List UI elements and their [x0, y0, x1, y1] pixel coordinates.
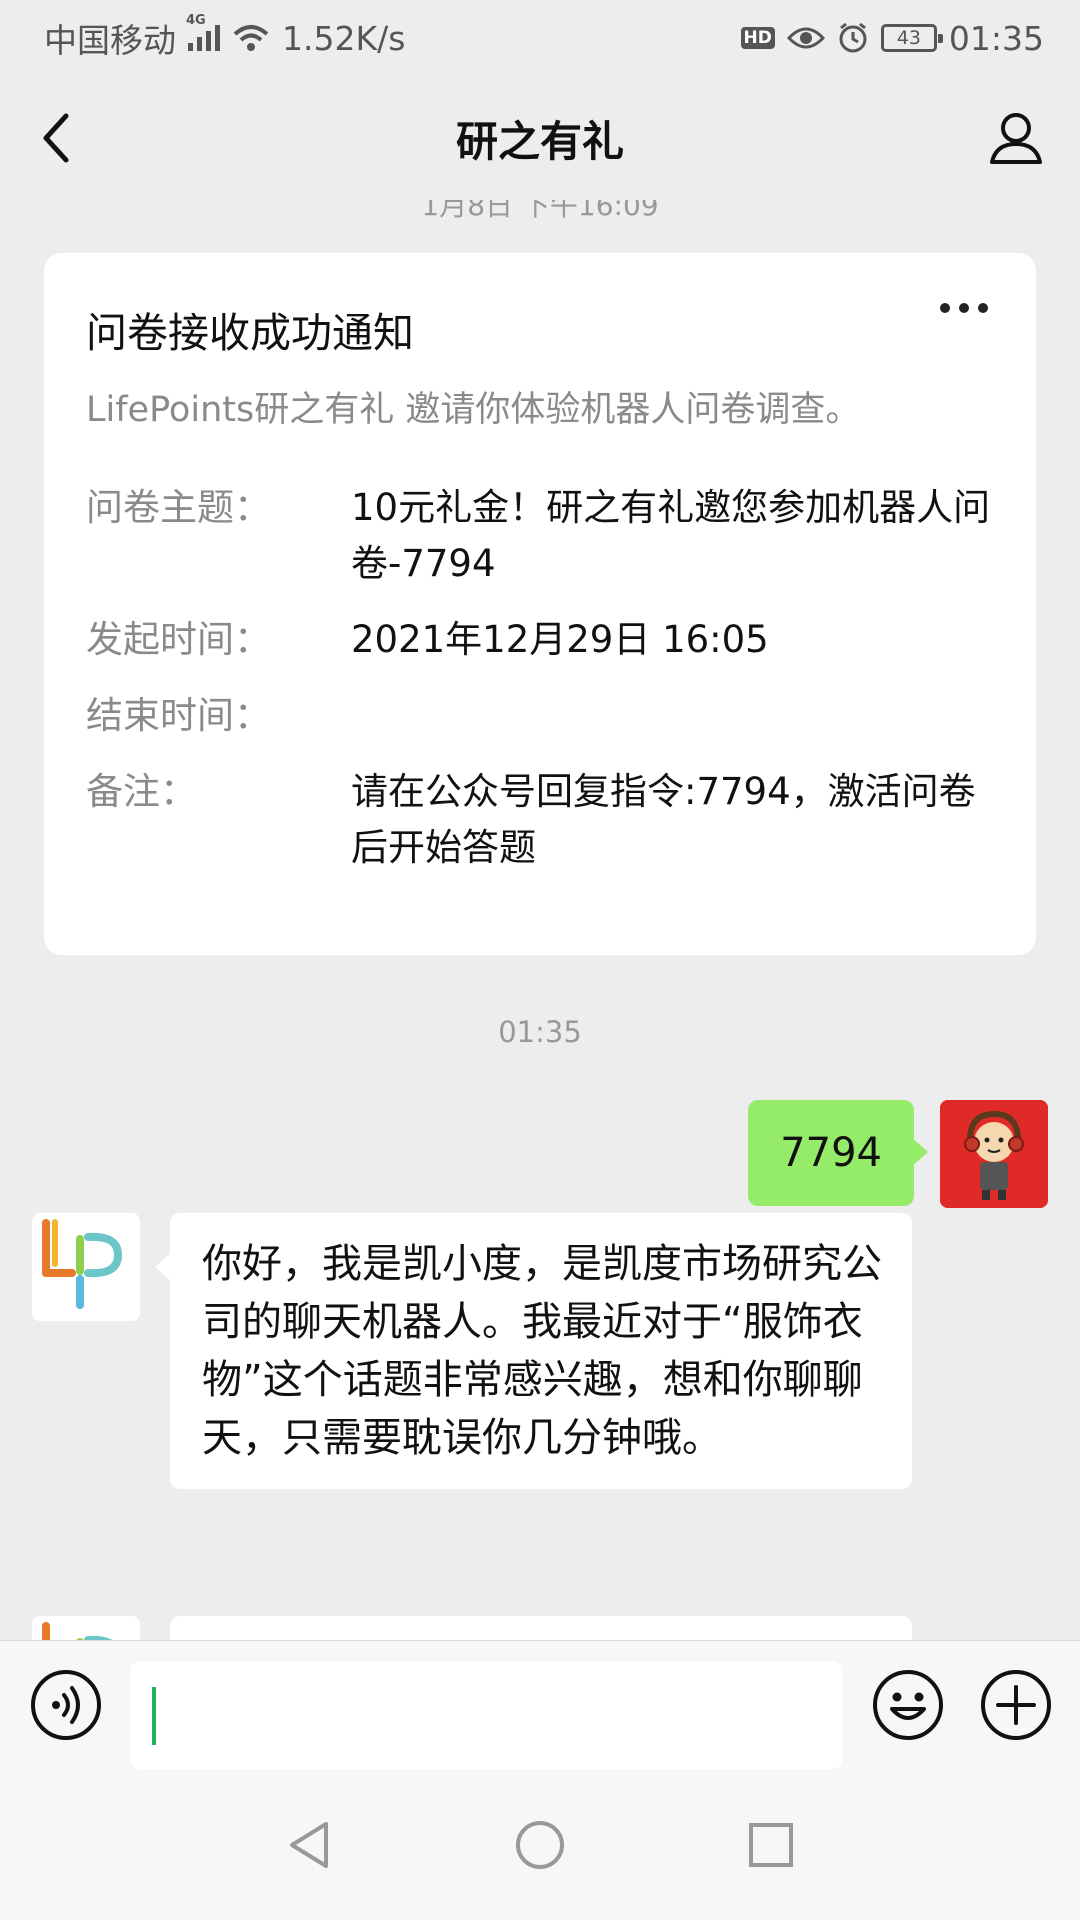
hd-badge: HD [740, 27, 775, 49]
status-bar: 中国移动 4G 1.52K/s HD 43 01:35 [0, 0, 1080, 76]
field-start-time: 发起时间： 2021年12月29日 16:05 [86, 612, 994, 668]
more-dots-icon[interactable] [940, 303, 988, 313]
user-avatar-image [940, 1100, 1048, 1208]
smiley-icon[interactable] [872, 1669, 944, 1741]
net-speed-label: 1.52K/s [282, 18, 406, 58]
field-value: 2021年12月29日 16:05 [351, 618, 769, 661]
field-remark: 备注： 请在公众号回复指令:7794，激活问卷后开始答题 [86, 764, 994, 876]
field-value [351, 688, 994, 744]
lifepoints-logo-icon [42, 1622, 113, 1640]
battery-icon: 43 [880, 24, 943, 52]
field-value: 10元礼金！研之有礼邀您参加机器人问卷-7794 [351, 486, 991, 585]
chevron-left-icon[interactable] [28, 106, 88, 170]
nav-back-triangle-icon[interactable] [282, 1818, 336, 1872]
avatar[interactable] [32, 1213, 140, 1321]
input-bar [0, 1640, 1080, 1770]
cell-signal-icon: 4G [186, 13, 220, 51]
card-fields: 问卷主题： 10元礼金！研之有礼邀您参加机器人问卷-7794 发起时间： 202… [86, 480, 994, 876]
field-value: 请在公众号回复指令:7794，激活问卷后开始答题 [351, 770, 976, 869]
clock-label: 01:35 [948, 18, 1044, 58]
timestamp: 1月8日 下午16:09 [421, 200, 659, 222]
card-description: LifePoints研之有礼 邀请你体验机器人问卷调查。 [86, 390, 861, 430]
field-end-time: 结束时间： [86, 688, 994, 744]
lifepoints-logo-icon [42, 1219, 123, 1309]
plus-circle-icon[interactable] [980, 1669, 1052, 1741]
voice-icon[interactable] [30, 1669, 102, 1741]
person-icon[interactable] [984, 106, 1048, 170]
message-input[interactable] [130, 1661, 842, 1769]
status-right: HD 43 01:35 [740, 18, 1044, 58]
carrier-label: 中国移动 [44, 21, 176, 60]
chat-messages[interactable]: 1月8日 下午16:09 问卷接收成功通知 LifePoints研之有礼 邀请你… [0, 200, 1080, 1640]
avatar[interactable] [32, 1616, 140, 1640]
outgoing-message[interactable]: 7794 [748, 1100, 928, 1206]
notice-card[interactable]: 问卷接收成功通知 LifePoints研之有礼 邀请你体验机器人问卷调查。 问卷… [44, 253, 1036, 955]
alarm-icon [839, 22, 867, 53]
time-separator: 01:35 [498, 1015, 582, 1049]
status-left: 中国移动 4G 1.52K/s [44, 13, 406, 62]
chat-header: 研之有礼 [0, 76, 1080, 200]
nav-recents-square-icon[interactable] [744, 1818, 798, 1872]
avatar[interactable] [940, 1100, 1048, 1208]
system-nav-bar [0, 1770, 1080, 1920]
incoming-message-partial[interactable] [170, 1616, 912, 1640]
incoming-message[interactable]: 你好，我是凯小度，是凯度市场研究公司的聊天机器人。我最近对于“服饰衣物”这个话题… [155, 1213, 912, 1489]
card-title: 问卷接收成功通知 [86, 309, 414, 357]
text-caret [152, 1687, 156, 1745]
chat-title: 研之有礼 [455, 116, 624, 166]
field-label: 发起时间： [86, 618, 271, 661]
field-topic: 问卷主题： 10元礼金！研之有礼邀您参加机器人问卷-7794 [86, 480, 994, 592]
field-label: 备注： [86, 770, 197, 813]
nav-home-circle-icon[interactable] [513, 1818, 567, 1872]
network-type-label: 4G [186, 13, 206, 28]
eye-icon [786, 27, 825, 49]
field-label: 结束时间： [86, 694, 271, 737]
wifi-icon [233, 25, 269, 51]
battery-level: 43 [896, 27, 921, 49]
field-label: 问卷主题： [86, 486, 271, 529]
